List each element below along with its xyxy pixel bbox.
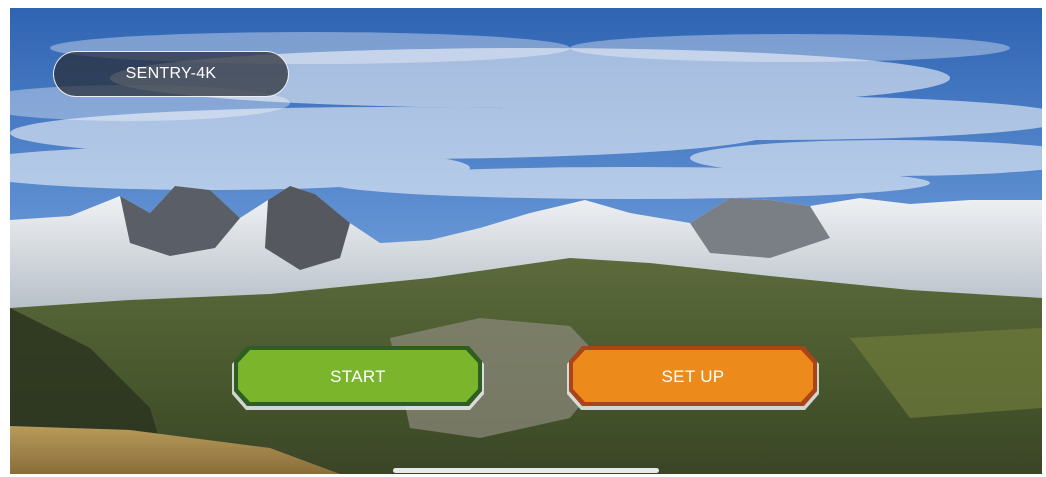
start-button[interactable]: START: [230, 344, 486, 414]
device-name-pill[interactable]: SENTRY-4K: [53, 51, 289, 97]
home-indicator[interactable]: [393, 468, 659, 473]
setup-button-label: SET UP: [661, 367, 725, 386]
device-name-label: SENTRY-4K: [125, 65, 217, 82]
app-screen: SENTRY-4K START SET UP: [10, 8, 1042, 474]
setup-button[interactable]: SET UP: [565, 344, 821, 414]
start-button-label: START: [330, 367, 386, 386]
